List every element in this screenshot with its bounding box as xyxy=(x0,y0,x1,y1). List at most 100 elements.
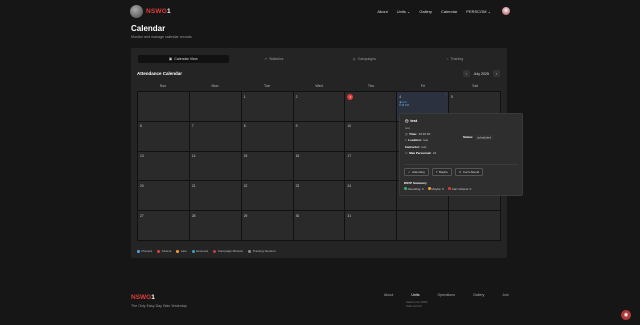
footer-tagline: The Only Easy Day Was Yesterday xyxy=(131,304,187,308)
instructor-value: test xyxy=(421,144,427,149)
day-number: 6 xyxy=(140,124,142,129)
day-number: 14 xyxy=(191,154,196,159)
nav-link-about[interactable]: About xyxy=(377,9,387,14)
calendar-day-cell[interactable]: 27 xyxy=(138,211,190,241)
tab-training[interactable]: ⌁ Training xyxy=(410,55,501,63)
event-title: ◷ test xyxy=(405,118,517,124)
tab-label: Training xyxy=(450,57,464,61)
time-value: 20:45:00 xyxy=(418,132,431,137)
brand-logo[interactable]: NSWG1 xyxy=(146,8,171,15)
legend-dot-icon xyxy=(213,249,217,253)
calendar-day-cell[interactable]: 24 xyxy=(345,181,398,212)
event-title-text: test xyxy=(410,118,418,123)
weekday-label: Tue xyxy=(263,84,271,88)
nav-link-perscom[interactable]: PERSCOM ⌄ xyxy=(466,9,491,14)
calendar-icon: ◷ xyxy=(405,119,409,123)
status-badge: scheduled xyxy=(475,134,493,140)
attending-button[interactable]: ✓ Attending xyxy=(404,168,429,176)
day-number: 3 xyxy=(347,93,354,100)
day-number: 9 xyxy=(295,124,298,129)
footer-link-operations[interactable]: Operations xyxy=(438,293,456,297)
day-number: 13 xyxy=(140,154,144,159)
users-icon: ⚇ xyxy=(405,150,408,155)
event-detail-popup: ◷ test test ◷ Time: 20:45:00 Status: sche… xyxy=(399,113,523,196)
footer-link-join[interactable]: Join xyxy=(502,293,509,297)
count-text: Can't Attend: 0 xyxy=(451,187,472,191)
cant-attend-button[interactable]: ✕ Can't Attend xyxy=(454,168,484,176)
calendar-day-cell[interactable]: 13 xyxy=(138,151,190,182)
legend-label: Excused xyxy=(196,249,209,253)
day-number: 27 xyxy=(140,213,144,218)
calendar-day-cell[interactable]: 14 xyxy=(189,151,242,182)
next-month-button[interactable]: › xyxy=(493,70,500,77)
calendar-day-cell[interactable]: 15 xyxy=(241,151,294,182)
calendar-day-cell[interactable]: 30 xyxy=(293,211,346,241)
event-time: 8:45 PM xyxy=(399,103,409,107)
x-icon: ✕ xyxy=(458,170,462,174)
prev-month-button[interactable]: ‹ xyxy=(462,70,470,77)
footer-link-about[interactable]: About xyxy=(384,293,393,297)
day-number: 1 xyxy=(243,94,246,99)
day-number: 5 xyxy=(451,94,453,99)
calendar-day-cell[interactable]: 8 xyxy=(241,121,294,152)
legend-dot-icon xyxy=(176,249,180,253)
tab-statistics[interactable]: ↗ Statistics xyxy=(229,55,320,63)
nav-link-units[interactable]: Units ⌄ xyxy=(397,9,411,14)
count-text: Maybe: 0 xyxy=(431,187,444,191)
calendar-day-cell[interactable]: 16 xyxy=(293,151,346,182)
calendar-day-cell[interactable]: 7 xyxy=(189,121,242,152)
count-text: Attending: 0 xyxy=(407,187,424,191)
button-label: Maybe xyxy=(438,170,448,174)
rsvp-buttons: ✓ Attending ? Maybe ✕ Can't Attend xyxy=(404,168,484,176)
calendar-day-cell[interactable]: 28 xyxy=(189,211,242,241)
logo-icon[interactable] xyxy=(130,4,143,18)
floating-action-button[interactable]: ◉ xyxy=(621,310,631,320)
chat-icon: ◉ xyxy=(623,312,629,318)
legend-item: Late xyxy=(176,249,187,253)
instructor-label: Instructor: xyxy=(405,144,420,149)
legend-label: Late xyxy=(180,249,187,253)
event-status: Status: scheduled xyxy=(463,134,493,140)
footer-link-gallery[interactable]: Gallery xyxy=(473,293,484,297)
calendar-day-cell[interactable]: 2 xyxy=(293,92,346,122)
day-number: 23 xyxy=(295,183,300,188)
legend-dot-icon xyxy=(157,249,161,253)
nav-link-gallery[interactable]: Gallery xyxy=(419,9,432,14)
calendar-day-cell[interactable]: 3 xyxy=(345,92,398,122)
calendar-day-cell[interactable]: 9 xyxy=(293,121,346,152)
nav-link-calendar[interactable]: Calendar xyxy=(441,9,457,14)
calendar-cell-empty xyxy=(189,92,242,122)
calendar-day-cell[interactable]: 23 xyxy=(293,181,346,212)
day-number: 4 xyxy=(399,94,402,99)
month-label: July 2025 xyxy=(473,71,489,76)
legend-label: Campaign Mission xyxy=(217,249,244,253)
footer-brand: NSWG1 xyxy=(131,294,155,301)
day-number: 15 xyxy=(243,154,248,159)
calendar-day-cell[interactable]: 20 xyxy=(138,181,190,212)
day-number: 10 xyxy=(347,124,352,129)
calendar-day-cell[interactable]: 17 xyxy=(345,151,398,182)
tab-campaigns[interactable]: ◎ Campaigns xyxy=(319,55,410,63)
maybe-button[interactable]: ? Maybe xyxy=(431,168,452,176)
max-label: Max Personnel: xyxy=(409,150,432,155)
rsvp-attending-count: Attending: 0 xyxy=(404,187,424,191)
calendar-day-cell[interactable]: 31 xyxy=(345,211,398,241)
event-time: ◷ Time: 20:45:00 xyxy=(405,132,517,136)
calendar-day-cell[interactable]: 29 xyxy=(241,211,294,241)
nav-link-perscom-label: PERSCOM xyxy=(466,8,487,14)
calendar-cell-empty xyxy=(397,211,450,241)
footer-link-units[interactable]: Units xyxy=(411,293,419,297)
user-avatar[interactable] xyxy=(502,7,510,15)
calendar-day-cell[interactable]: 6 xyxy=(138,121,190,152)
calendar-day-cell[interactable]: 22 xyxy=(241,181,294,212)
footer-sublink[interactable]: Task Unit AX xyxy=(406,304,427,308)
calendar-day-cell[interactable]: 1 xyxy=(241,92,294,122)
tab-calendar-view[interactable]: ▣ Calendar View xyxy=(138,55,229,63)
day-number: 31 xyxy=(347,213,352,218)
calendar-day-cell[interactable]: 21 xyxy=(189,181,242,212)
chevron-down-icon: ⌄ xyxy=(407,8,411,14)
calendar-day-cell[interactable]: 10 xyxy=(345,121,398,152)
day-number: 8 xyxy=(243,124,246,129)
divider xyxy=(404,164,518,165)
day-number: 21 xyxy=(191,183,196,188)
